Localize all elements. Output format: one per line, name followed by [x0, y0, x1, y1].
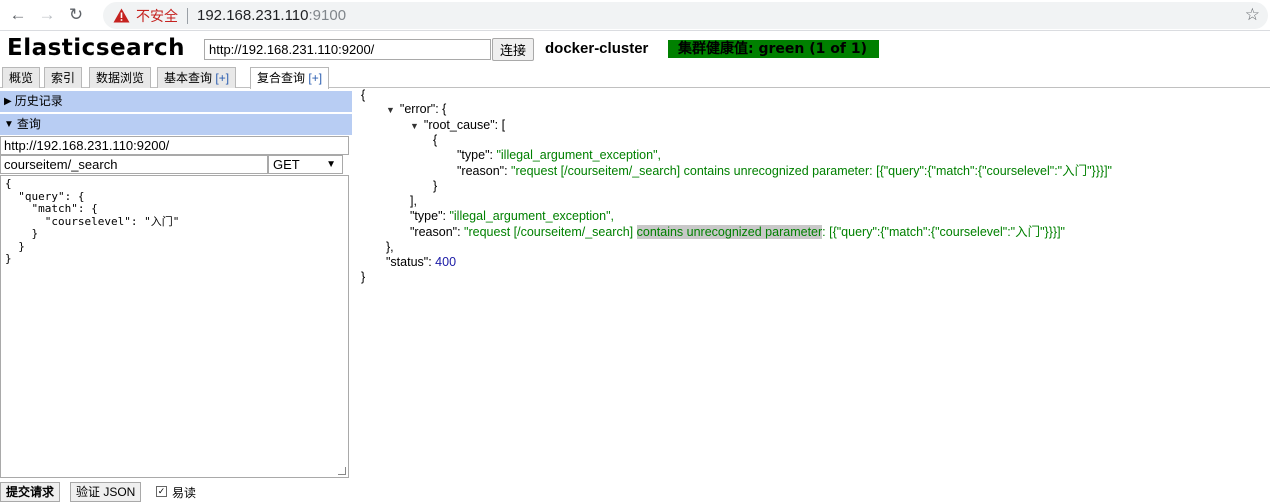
omnibox-divider	[187, 7, 188, 24]
json-line: "status": 400	[386, 255, 457, 269]
cluster-name: docker-cluster	[545, 40, 649, 57]
editor-line: "courselevel": "入门"	[5, 214, 180, 228]
insecure-label: 不安全	[136, 7, 178, 24]
pretty-checkbox[interactable]: ✓	[156, 486, 167, 497]
triangle-right-icon: ▶	[4, 96, 12, 107]
resize-handle[interactable]	[338, 467, 346, 475]
query-label: 查询	[16, 117, 41, 131]
json-line: {	[433, 133, 438, 147]
tab-overview[interactable]: 概览	[2, 67, 41, 88]
json-line: "reason": "request [/courseitem/_search]…	[410, 225, 1065, 239]
editor-line: }	[5, 252, 12, 265]
tab-compound-query-label: 复合查询	[257, 71, 306, 85]
warning-icon	[113, 8, 130, 23]
tab-compound-query-plus[interactable]: [+]	[308, 71, 322, 85]
json-line[interactable]: ▼ "root_cause": [	[410, 118, 505, 134]
json-line: "type": "illegal_argument_exception",	[410, 209, 614, 223]
query-actions: 提交请求 验证 JSON ✓ 易读	[0, 481, 353, 502]
tab-basic-query[interactable]: 基本查询 [+]	[157, 67, 237, 88]
connect-button[interactable]: 连接	[492, 38, 534, 61]
main-tabs: 概览 索引 数据浏览 基本查询 [+] 复合查询 [+]	[0, 66, 1270, 89]
host-input[interactable]: http://192.168.231.110:9200/	[0, 136, 349, 155]
pretty-checkbox-label: 易读	[172, 486, 197, 500]
json-line: "type": "illegal_argument_exception",	[457, 148, 661, 162]
json-line: }	[433, 179, 438, 193]
app-title: Elasticsearch	[7, 35, 185, 61]
query-body-editor[interactable]: { "query": { "match": { "courselevel": "…	[0, 175, 349, 478]
connection-url-input[interactable]	[204, 39, 491, 60]
editor-line: }	[5, 239, 25, 253]
tab-basic-query-plus[interactable]: [+]	[215, 71, 229, 85]
tab-browser-label: 数据浏览	[96, 71, 145, 85]
json-line: "reason": "request [/courseitem/_search]…	[457, 164, 1112, 178]
collapse-toggle-icon: ▼	[386, 105, 395, 115]
back-arrow-icon[interactable]: ←	[7, 4, 29, 26]
dropdown-caret-icon: ▼	[326, 159, 336, 170]
method-select[interactable]: GET ▼	[268, 155, 343, 174]
history-section-header[interactable]: ▶ 历史记录	[0, 91, 352, 112]
json-line: },	[386, 240, 394, 254]
tab-indices-label: 索引	[51, 71, 76, 85]
editor-line: "match": {	[5, 202, 98, 215]
forward-arrow-icon[interactable]: →	[36, 4, 58, 26]
tab-indices[interactable]: 索引	[44, 67, 83, 88]
json-line: ],	[410, 194, 417, 208]
search-highlight: contains unrecognized parameter	[636, 225, 823, 239]
triangle-down-icon: ▼	[4, 119, 14, 130]
method-value: GET	[273, 157, 300, 172]
reload-icon[interactable]: ↻	[65, 4, 87, 26]
submit-request-button[interactable]: 提交请求	[0, 482, 61, 502]
validate-json-button[interactable]: 验证 JSON	[70, 482, 142, 502]
json-line: {	[361, 88, 366, 102]
tab-overview-label: 概览	[9, 71, 34, 85]
cluster-health-badge: 集群健康值: green (1 of 1)	[668, 40, 879, 58]
editor-line: {	[5, 177, 12, 190]
tab-compound-query[interactable]: 复合查询 [+]	[250, 67, 330, 89]
bookmark-star-icon[interactable]: ☆	[1245, 5, 1260, 25]
url-host: 192.168.231.110	[197, 7, 309, 24]
response-viewer: { ▼ "error": { ▼ "root_cause": [ { "type":…	[356, 88, 1270, 491]
json-line: }	[361, 270, 366, 284]
collapse-toggle-icon: ▼	[410, 121, 419, 131]
url-port: :9100	[308, 7, 347, 24]
app-header: Elasticsearch 连接 docker-cluster 集群健康值: g…	[0, 32, 1270, 66]
browser-toolbar: ← → ↻ 不安全 192.168.231.110:9100 ☆	[0, 0, 1270, 31]
history-label: 历史记录	[14, 94, 63, 108]
path-input[interactable]: courseitem/_search	[0, 155, 268, 174]
query-section-header[interactable]: ▼ 查询	[0, 114, 352, 135]
tab-basic-query-label: 基本查询	[164, 71, 213, 85]
json-line[interactable]: ▼ "error": {	[386, 102, 446, 118]
query-panel: ▶ 历史记录 ▼ 查询 http://192.168.231.110:9200/…	[0, 89, 353, 502]
address-bar[interactable]: 不安全 192.168.231.110:9100 ☆	[103, 2, 1268, 29]
tab-browser[interactable]: 数据浏览	[89, 67, 152, 88]
editor-line: }	[5, 227, 39, 240]
